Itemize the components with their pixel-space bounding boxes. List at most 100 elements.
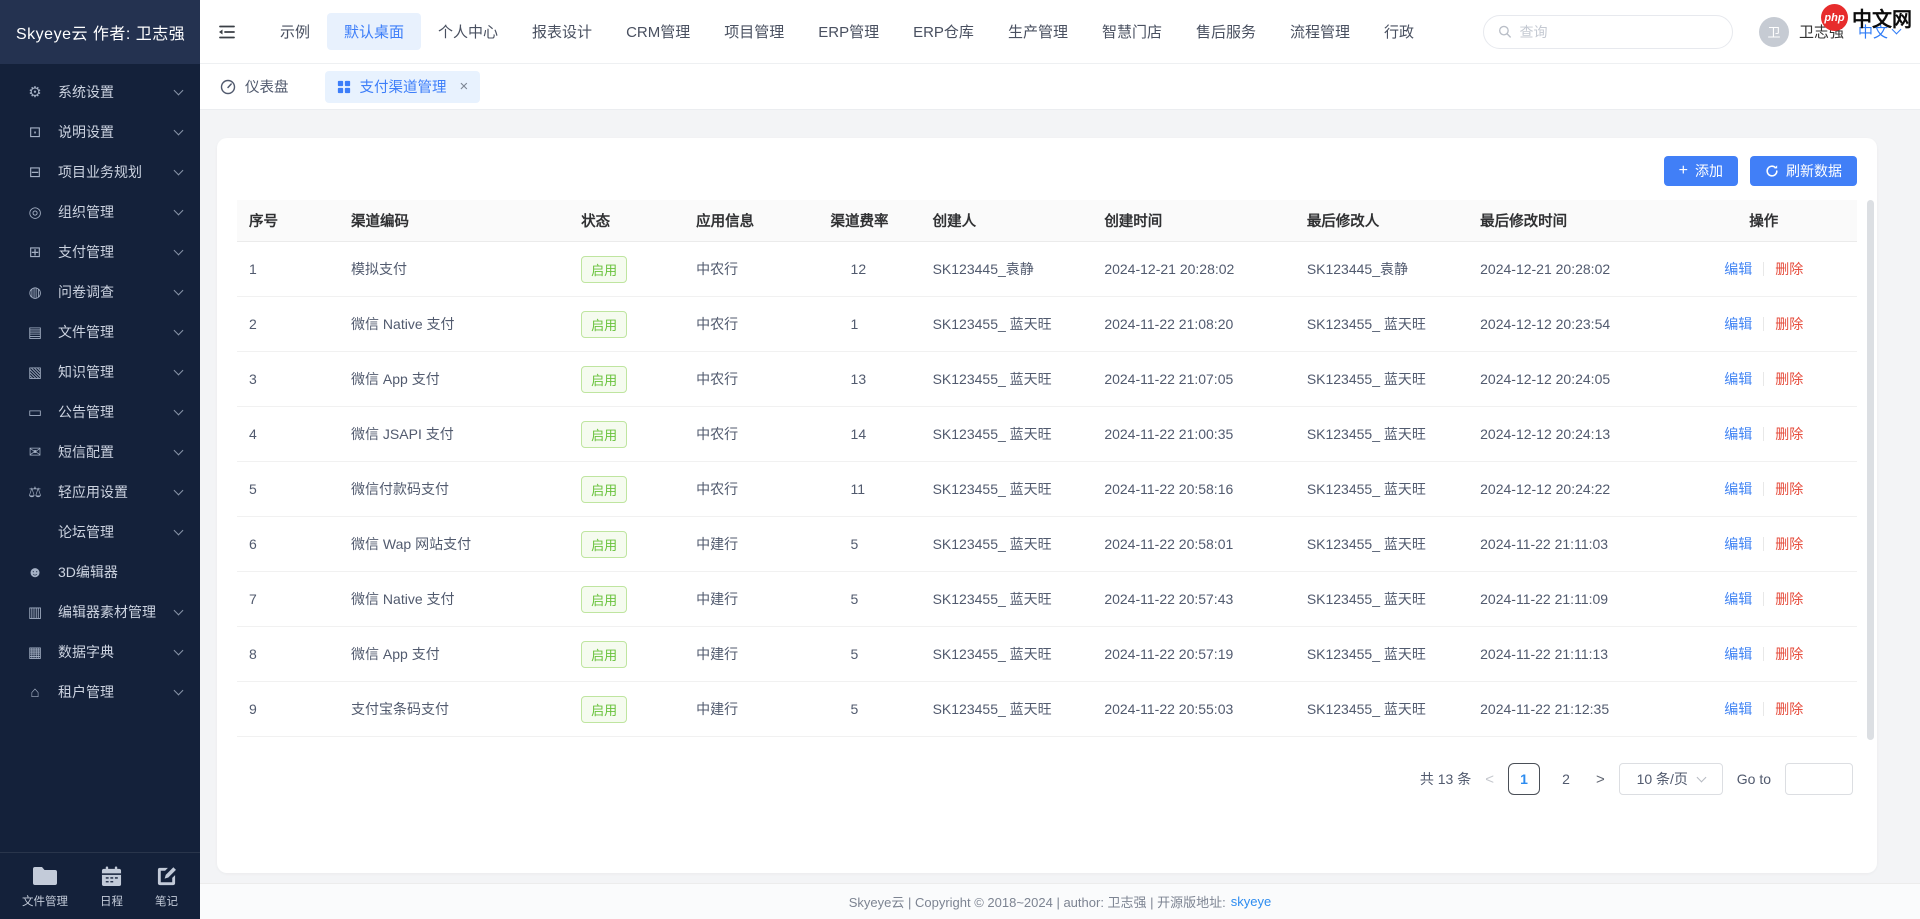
php-logo-icon: php — [1821, 4, 1848, 31]
nav-tab[interactable]: 流程管理 — [1273, 13, 1367, 50]
sidebar-item[interactable]: 论坛管理 — [0, 512, 200, 552]
nav-tab[interactable]: 智慧门店 — [1085, 13, 1179, 50]
cell-app-info: 中农行 — [684, 479, 818, 499]
table-row[interactable]: 9 支付宝条码支付 启用 中建行 5 SK123455_ 蓝天旺 2024-11… — [237, 682, 1857, 737]
sidebar-item[interactable]: ⊞ 支付管理 — [0, 232, 200, 272]
refresh-button[interactable]: 刷新数据 — [1750, 156, 1857, 186]
goto-page-input[interactable] — [1785, 763, 1853, 795]
sidebar-item[interactable]: ⚖ 轻应用设置 — [0, 472, 200, 512]
tab-payment-channel[interactable]: 支付渠道管理 × — [325, 71, 481, 103]
cell-actions: 编辑 删除 — [1671, 369, 1857, 389]
sidebar-footer-label: 笔记 — [155, 893, 178, 909]
nav-tab[interactable]: ERP管理 — [801, 13, 896, 50]
sidebar-item[interactable]: ▥ 编辑器素材管理 — [0, 592, 200, 632]
vertical-scrollbar[interactable] — [1867, 200, 1874, 740]
delete-link[interactable]: 删除 — [1775, 424, 1803, 444]
refresh-button-label: 刷新数据 — [1786, 161, 1842, 181]
cell-created-time: 2024-11-22 20:57:43 — [1092, 591, 1295, 607]
sidebar-item[interactable]: ⌂ 租户管理 — [0, 672, 200, 712]
cell-modifier: SK123445_袁静 — [1295, 259, 1468, 279]
table-row[interactable]: 8 微信 App 支付 启用 中建行 5 SK123455_ 蓝天旺 2024-… — [237, 627, 1857, 682]
chevron-down-icon — [174, 686, 184, 696]
sidebar-item[interactable]: ▭ 公告管理 — [0, 392, 200, 432]
sidebar-item[interactable]: ◎ 组织管理 — [0, 192, 200, 232]
edit-link[interactable]: 编辑 — [1724, 369, 1752, 389]
nav-tab[interactable]: 个人中心 — [421, 13, 515, 50]
page-number-button[interactable]: 2 — [1550, 763, 1582, 795]
table-row[interactable]: 4 微信 JSAPI 支付 启用 中农行 14 SK123455_ 蓝天旺 20… — [237, 407, 1857, 462]
sidebar-item[interactable]: ▧ 知识管理 — [0, 352, 200, 392]
table-row[interactable]: 7 微信 Native 支付 启用 中建行 5 SK123455_ 蓝天旺 20… — [237, 572, 1857, 627]
nav-tab[interactable]: 默认桌面 — [327, 13, 421, 50]
sidebar-item[interactable]: ▤ 文件管理 — [0, 312, 200, 352]
collapse-sidebar-button[interactable] — [216, 22, 237, 42]
sidebar-footer-schedule[interactable]: 日程 — [100, 866, 123, 909]
delete-link[interactable]: 删除 — [1775, 644, 1803, 664]
cell-app-info: 中建行 — [684, 644, 818, 664]
add-button[interactable]: + 添加 — [1664, 156, 1738, 186]
table-row[interactable]: 6 微信 Wap 网站支付 启用 中建行 5 SK123455_ 蓝天旺 202… — [237, 517, 1857, 572]
edit-link[interactable]: 编辑 — [1724, 479, 1752, 499]
sidebar-item[interactable]: ⚙ 系统设置 — [0, 72, 200, 112]
sidebar-item[interactable]: ✉ 短信配置 — [0, 432, 200, 472]
main-area: 示例 默认桌面 个人中心 报表设计 CRM管理 项目管理 ERP管理 ERP仓库… — [200, 0, 1920, 919]
sidebar-item-label: 公告管理 — [58, 402, 175, 422]
table-row[interactable]: 2 微信 Native 支付 启用 中农行 1 SK123455_ 蓝天旺 20… — [237, 297, 1857, 352]
page-size-select[interactable]: 10 条/页 — [1619, 763, 1723, 795]
next-page-button[interactable]: > — [1596, 771, 1605, 788]
table-row[interactable]: 5 微信付款码支付 启用 中农行 11 SK123455_ 蓝天旺 2024-1… — [237, 462, 1857, 517]
action-divider — [1763, 592, 1764, 606]
delete-link[interactable]: 删除 — [1775, 699, 1803, 719]
data-dictionary-icon: ▦ — [26, 643, 44, 661]
avatar[interactable]: 卫 — [1759, 17, 1789, 47]
nav-tab[interactable]: 生产管理 — [991, 13, 1085, 50]
delete-link[interactable]: 删除 — [1775, 479, 1803, 499]
tab-dashboard[interactable]: 仪表盘 — [220, 76, 289, 97]
edit-link[interactable]: 编辑 — [1724, 259, 1752, 279]
edit-link[interactable]: 编辑 — [1724, 644, 1752, 664]
sidebar-footer-files[interactable]: 文件管理 — [22, 866, 68, 909]
skyeye-link[interactable]: skyeye — [1231, 894, 1271, 909]
sidebar-item[interactable]: ☻ 3D编辑器 — [0, 552, 200, 592]
sidebar-footer-notes[interactable]: 笔记 — [155, 866, 178, 909]
sidebar-menu: ⚙ 系统设置 ⊡ 说明设置 ⊟ 项目业务规划 ◎ — [0, 64, 200, 852]
edit-link[interactable]: 编辑 — [1724, 534, 1752, 554]
nav-tab[interactable]: 行政 — [1367, 13, 1431, 50]
nav-tab[interactable]: CRM管理 — [609, 13, 707, 50]
edit-link[interactable]: 编辑 — [1724, 424, 1752, 444]
nav-tab[interactable]: 项目管理 — [707, 13, 801, 50]
close-tab-icon[interactable]: × — [460, 78, 469, 95]
delete-link[interactable]: 删除 — [1775, 259, 1803, 279]
table-row[interactable]: 1 模拟支付 启用 中农行 12 SK123445_袁静 2024-12-21 … — [237, 242, 1857, 297]
page-number-button[interactable]: 1 — [1508, 763, 1540, 795]
nav-tab[interactable]: 售后服务 — [1179, 13, 1273, 50]
chevron-down-icon — [174, 446, 184, 456]
tenant-icon: ⌂ — [26, 684, 44, 701]
delete-link[interactable]: 删除 — [1775, 534, 1803, 554]
edit-link[interactable]: 编辑 — [1724, 699, 1752, 719]
edit-link[interactable]: 编辑 — [1724, 589, 1752, 609]
prev-page-button[interactable]: < — [1485, 771, 1494, 788]
truck-icon: ⊞ — [26, 243, 44, 261]
delete-link[interactable]: 删除 — [1775, 589, 1803, 609]
cell-app-info: 中农行 — [684, 259, 818, 279]
sidebar-item-label: 系统设置 — [58, 82, 175, 102]
table-row[interactable]: 3 微信 App 支付 启用 中农行 13 SK123455_ 蓝天旺 2024… — [237, 352, 1857, 407]
nav-tab[interactable]: 示例 — [263, 13, 327, 50]
chevron-down-icon — [174, 366, 184, 376]
app-root: php 中文网 Skyeye云 作者: 卫志强 ⚙ 系统设置 ⊡ 说明设置 — [0, 0, 1920, 919]
delete-link[interactable]: 删除 — [1775, 314, 1803, 334]
sidebar-item[interactable]: ▦ 数据字典 — [0, 632, 200, 672]
edit-link[interactable]: 编辑 — [1724, 314, 1752, 334]
cell-modifier: SK123455_ 蓝天旺 — [1295, 424, 1468, 444]
cell-index: 8 — [237, 646, 339, 662]
nav-tab[interactable]: ERP仓库 — [896, 13, 991, 50]
cell-app-info: 中农行 — [684, 314, 818, 334]
search-input[interactable] — [1520, 24, 1718, 40]
sidebar-item[interactable]: ⊟ 项目业务规划 — [0, 152, 200, 192]
sidebar-item[interactable]: ◍ 问卷调查 — [0, 272, 200, 312]
sidebar-item[interactable]: ⊡ 说明设置 — [0, 112, 200, 152]
delete-link[interactable]: 删除 — [1775, 369, 1803, 389]
nav-tab[interactable]: 报表设计 — [515, 13, 609, 50]
search-box[interactable] — [1483, 15, 1733, 49]
